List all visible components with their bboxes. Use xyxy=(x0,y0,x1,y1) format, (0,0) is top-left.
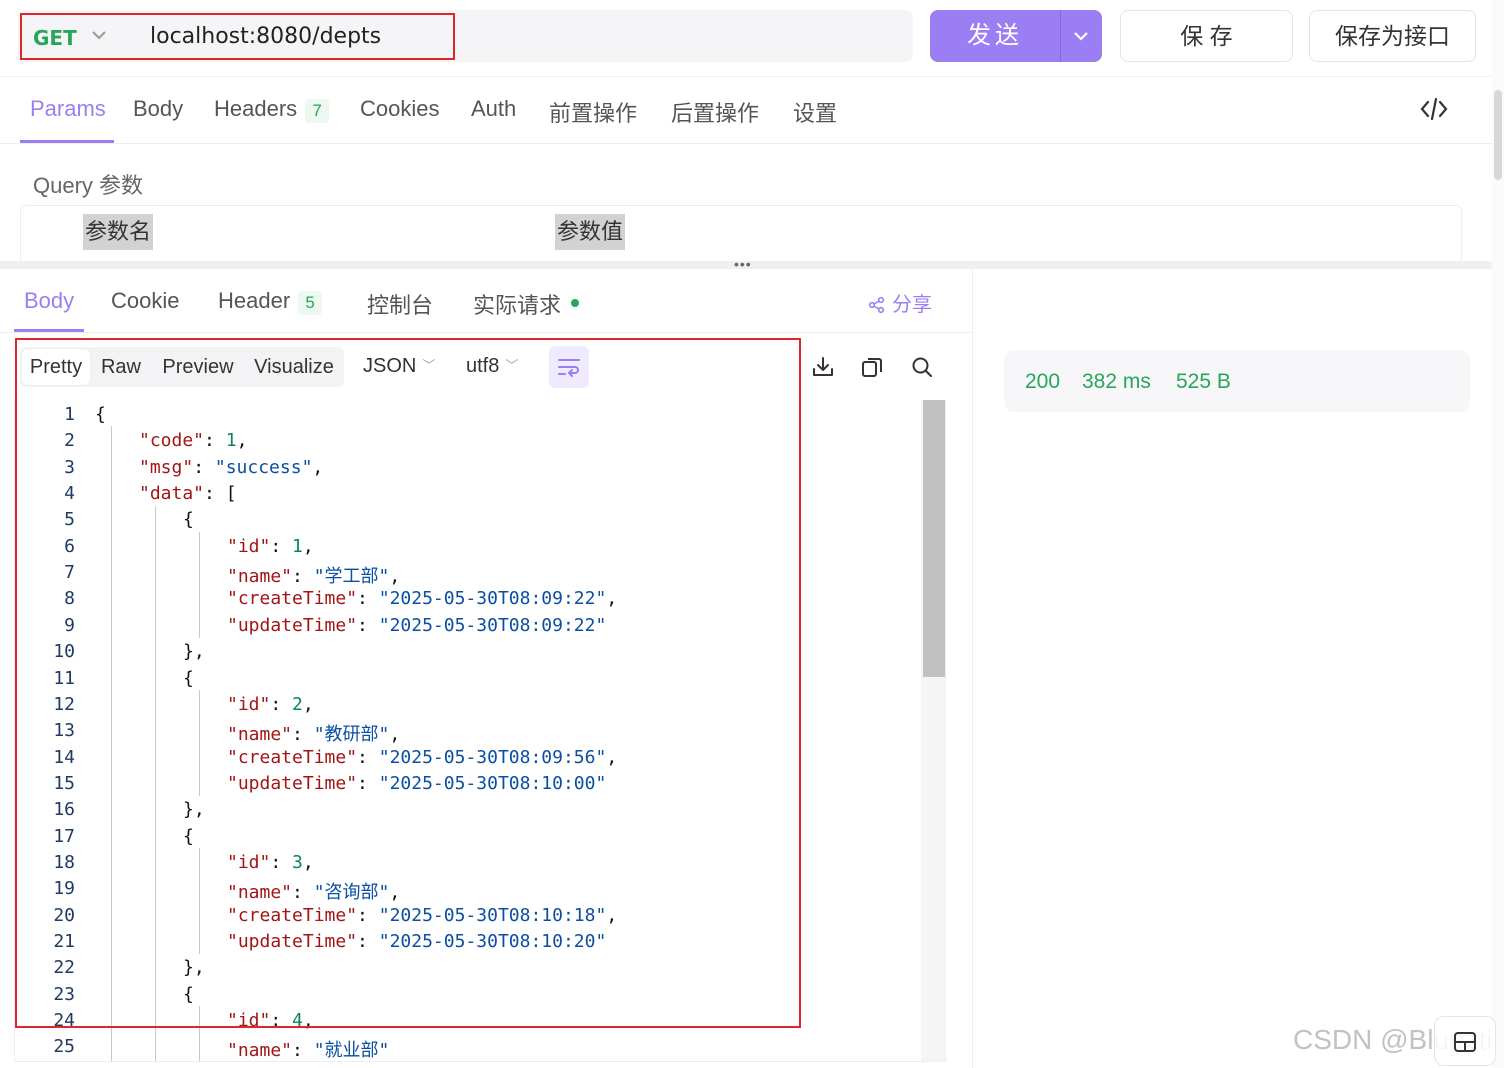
tab-headers[interactable]: Headers 7 xyxy=(214,96,330,123)
tab-actual-request[interactable]: 实际请求 xyxy=(473,288,580,320)
header-count-badge: 5 xyxy=(298,291,323,315)
param-name-header: 参数名 xyxy=(83,214,154,250)
search-icon[interactable] xyxy=(910,355,934,379)
param-value-header: 参数值 xyxy=(555,214,626,250)
tab-cookies[interactable]: Cookies xyxy=(360,96,439,122)
share-label: 分享 xyxy=(892,294,932,316)
code-line: "name": "就业部" xyxy=(227,1040,390,1062)
line-number: 25 xyxy=(53,1036,75,1058)
code-icon[interactable] xyxy=(1420,96,1448,122)
tab-auth[interactable]: Auth xyxy=(471,96,516,122)
tab-actual-request-label: 实际请求 xyxy=(473,293,562,318)
tab-pre-operations[interactable]: 前置操作 xyxy=(549,96,637,128)
active-tab-indicator xyxy=(20,140,114,143)
tab-console[interactable]: 控制台 xyxy=(367,288,433,320)
send-button-label: 发送 xyxy=(967,22,1023,49)
layout-toggle-button[interactable] xyxy=(1434,1016,1496,1066)
tab-post-operations[interactable]: 后置操作 xyxy=(671,96,759,128)
response-status-panel: 200 382 ms 525 B xyxy=(1004,350,1470,412)
request-tabs: Params Body Headers 7 Cookies Auth 前置操作 后… xyxy=(0,76,1492,144)
page-scrollbar-thumb[interactable] xyxy=(1494,90,1502,180)
tab-response-header[interactable]: Header 5 xyxy=(218,288,323,315)
save-button[interactable]: 保 存 xyxy=(1120,10,1293,62)
status-code: 200 xyxy=(1025,370,1061,393)
send-button[interactable]: 发送 xyxy=(930,10,1102,62)
query-params-title: Query 参数 xyxy=(33,173,144,198)
response-size: 525 B xyxy=(1176,370,1231,393)
response-time: 382 ms xyxy=(1082,370,1151,393)
tab-params[interactable]: Params xyxy=(30,96,106,122)
send-divider xyxy=(1060,10,1061,62)
active-response-tab-indicator xyxy=(14,329,84,332)
tab-response-cookie[interactable]: Cookie xyxy=(111,288,179,314)
status-dot-icon xyxy=(571,299,580,307)
editor-scrollbar-thumb[interactable] xyxy=(923,400,945,677)
response-tabs: Body Cookie Header 5 控制台 实际请求 xyxy=(0,269,972,333)
url-highlight-box xyxy=(20,13,455,60)
chevron-down-icon[interactable] xyxy=(1072,28,1090,44)
tab-response-header-label: Header xyxy=(218,288,291,313)
download-icon[interactable] xyxy=(811,355,835,379)
response-highlight-box xyxy=(15,338,801,1028)
tab-response-body[interactable]: Body xyxy=(24,288,74,314)
panel-splitter[interactable] xyxy=(0,261,1504,269)
share-icon xyxy=(868,296,885,314)
tab-headers-label: Headers xyxy=(214,96,298,121)
query-params-table xyxy=(20,205,1462,261)
panel-divider xyxy=(972,269,973,1068)
headers-count-badge: 7 xyxy=(305,99,330,123)
tab-settings[interactable]: 设置 xyxy=(793,96,837,128)
tab-body[interactable]: Body xyxy=(133,96,183,122)
save-as-api-button[interactable]: 保存为接口 xyxy=(1309,10,1476,62)
layout-icon xyxy=(1454,1032,1476,1052)
share-button[interactable]: 分享 xyxy=(868,288,932,317)
copy-icon[interactable] xyxy=(860,355,884,379)
